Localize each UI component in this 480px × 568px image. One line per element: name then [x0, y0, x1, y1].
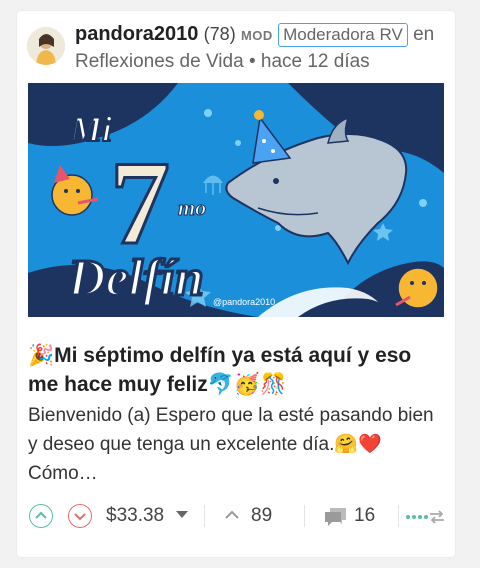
post-footer: $33.38 89 16 [28, 501, 448, 535]
upvote-button[interactable] [29, 504, 53, 528]
community-link[interactable]: Reflexiones de Vida [75, 51, 244, 72]
role-badge: Moderadora RV [278, 23, 408, 47]
author-reputation: (78) [203, 24, 236, 44]
footer-divider [304, 505, 305, 527]
banner-text-delfin: Delfín [67, 250, 204, 307]
dropdown-caret-icon[interactable] [176, 511, 188, 519]
post-title[interactable]: 🎉Mi séptimo delfín ya está aquí y eso me… [28, 341, 446, 399]
author-name[interactable]: pandora2010 [75, 23, 198, 45]
post-card: pandora2010 (78) MOD Moderadora RV en Re… [17, 11, 455, 557]
footer-divider [204, 505, 205, 527]
banner-text-mi: Mi [69, 109, 112, 149]
vote-count[interactable]: 89 [251, 503, 272, 529]
post-excerpt[interactable]: Bienvenido (a) Espero que la esté pasand… [28, 401, 448, 488]
post-image[interactable]: Mi 7 mo Delfín @pandora2010 [28, 83, 444, 317]
downvote-icon [74, 513, 86, 521]
community-prefix: en [413, 24, 435, 45]
reblog-icon[interactable] [406, 509, 446, 525]
downvote-button[interactable] [68, 504, 92, 528]
post-time[interactable]: hace 12 días [261, 51, 370, 72]
footer-divider [398, 505, 399, 527]
comment-count[interactable]: 16 [354, 503, 375, 529]
mod-badge: MOD [240, 28, 273, 43]
upvote-icon [35, 511, 47, 519]
banner-watermark: @pandora2010 [213, 297, 275, 307]
vote-chevron-icon[interactable] [224, 510, 240, 520]
banner-text-mo: mo [178, 195, 206, 220]
payout-value[interactable]: $33.38 [106, 503, 164, 529]
meta-separator: • [248, 51, 256, 72]
comments-icon[interactable] [324, 507, 348, 527]
avatar[interactable] [27, 27, 65, 65]
post-header: pandora2010 (78) MOD Moderadora RV en Re… [75, 21, 447, 75]
